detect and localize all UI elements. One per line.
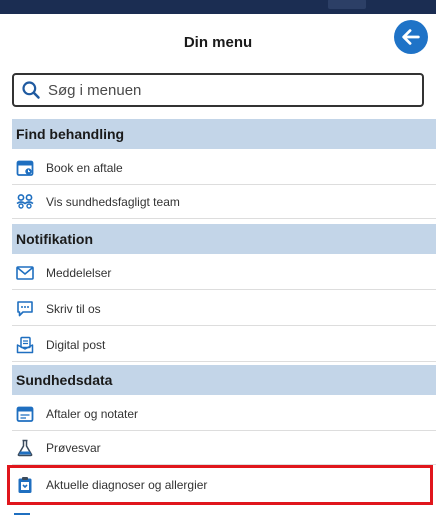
menu-item-label: Aktuelle diagnoser og allergier — [46, 478, 208, 492]
menu-item-digital-post[interactable]: Digital post — [12, 328, 436, 362]
top-bar-fragment — [328, 0, 366, 9]
flask-icon — [14, 437, 36, 459]
search-box[interactable] — [12, 73, 424, 107]
menu-item-skriv-til-os[interactable]: Skriv til os — [12, 292, 436, 326]
menu-item-proevesvar[interactable]: Prøvesvar — [12, 431, 436, 465]
menu-item-meddelelser[interactable]: Meddelelser — [12, 256, 436, 290]
calendar-notes-icon — [14, 403, 36, 425]
menu-item-cut-off — [12, 506, 436, 515]
menu-item-label: Book en aftale — [46, 160, 123, 175]
digital-post-icon — [14, 334, 36, 356]
menu-item-aftaler-og-notater[interactable]: Aftaler og notater — [12, 397, 436, 431]
calendar-icon — [14, 157, 36, 179]
top-app-bar-remnant — [0, 0, 436, 14]
chat-icon — [14, 298, 36, 320]
section-header-find-behandling: Find behandling — [12, 119, 436, 149]
menu-item-aktuelle-diagnoser-og-allergier[interactable]: Aktuelle diagnoser og allergier — [12, 468, 436, 502]
menu-item-label: Prøvesvar — [46, 440, 101, 455]
page-title: Din menu — [183, 34, 253, 51]
menu-item-label: Meddelelser — [46, 265, 112, 280]
menu-item-vis-sundhedsfagligt-team[interactable]: Vis sundhedsfagligt team — [12, 185, 436, 219]
team-icon — [14, 191, 36, 213]
menu-item-book-en-aftale[interactable]: Book en aftale — [12, 151, 436, 185]
clipboard-icon — [14, 474, 36, 496]
menu-screen: Din menu Find behandling Book en aftale — [0, 0, 436, 515]
mail-icon — [14, 262, 36, 284]
section-header-notifikation: Notifikation — [12, 224, 436, 254]
menu-item-label: Skriv til os — [46, 301, 101, 316]
search-icon — [16, 75, 46, 105]
menu-item-label: Digital post — [46, 337, 106, 352]
menu-item-label: Aftaler og notater — [46, 406, 139, 421]
cut-off-item-fragment — [14, 513, 30, 515]
section-header-sundhedsdata: Sundhedsdata — [12, 365, 436, 395]
menu-item-label: Vis sundhedsfagligt team — [46, 194, 180, 209]
search-input[interactable] — [46, 81, 408, 99]
